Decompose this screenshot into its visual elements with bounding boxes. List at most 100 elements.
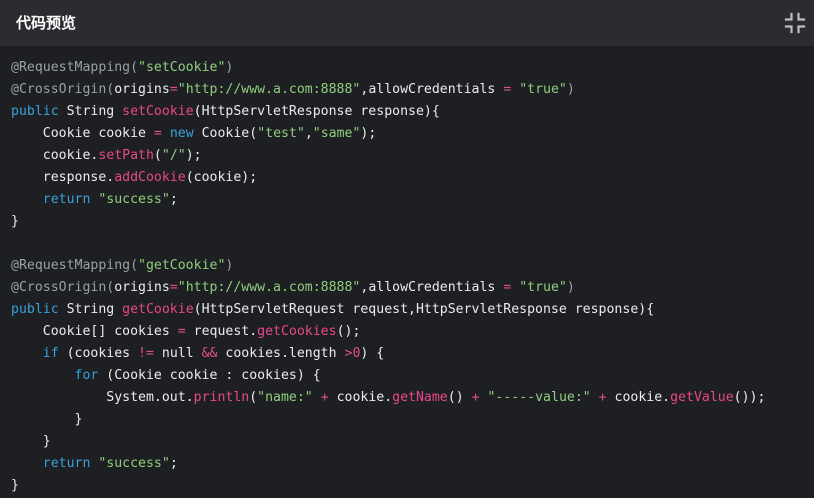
code-token: = bbox=[169, 82, 178, 97]
code-line: cookie.setPath("/"); bbox=[11, 145, 765, 167]
code-token: "success" bbox=[98, 456, 170, 471]
code-token: + bbox=[598, 390, 607, 405]
code-token: null bbox=[153, 346, 202, 361]
panel-title: 代码预览 bbox=[16, 14, 77, 32]
code-token: ) bbox=[566, 280, 575, 295]
code-token: , bbox=[304, 126, 313, 141]
code-token: ) bbox=[566, 82, 575, 97]
code-token: getCookie bbox=[122, 302, 194, 317]
code-token: cookie. bbox=[11, 148, 99, 163]
code-line: @CrossOrigin(origins="http://www.a.com:8… bbox=[11, 277, 765, 299]
code-token: "test" bbox=[257, 126, 305, 141]
code-token: ); bbox=[360, 126, 377, 141]
code-token: getCookies bbox=[257, 324, 337, 339]
code-token: addCookie bbox=[114, 170, 186, 185]
code-line: Cookie cookie = new Cookie("test","same"… bbox=[11, 123, 765, 145]
code-line: public String setCookie(HttpServletRespo… bbox=[11, 101, 765, 123]
code-token: ( bbox=[249, 390, 258, 405]
code-token: return bbox=[11, 192, 91, 207]
code-token: System.out. bbox=[11, 390, 194, 405]
code-line: public String getCookie(HttpServletReque… bbox=[11, 299, 765, 321]
code-token: + bbox=[471, 390, 480, 405]
code-token: ; bbox=[169, 456, 178, 471]
code-token: println bbox=[193, 390, 250, 405]
code-token: return bbox=[11, 456, 91, 471]
code-line: } bbox=[11, 409, 765, 431]
code-token: (HttpServletRequest request,HttpServletR… bbox=[193, 302, 655, 317]
code-token: "true" bbox=[519, 82, 567, 97]
code-line: return "success"; bbox=[11, 189, 765, 211]
code-token: String bbox=[58, 104, 123, 119]
code-token: } bbox=[11, 434, 51, 449]
code-token: ) bbox=[225, 258, 234, 273]
code-token: } bbox=[11, 412, 83, 427]
code-token: ) bbox=[225, 60, 234, 75]
code-token: = bbox=[153, 126, 162, 141]
code-line: System.out.println("name:" + cookie.getN… bbox=[11, 387, 765, 409]
code-token: "/" bbox=[161, 148, 186, 163]
code-token: @CrossOrigin( bbox=[11, 280, 115, 295]
code-token: (HttpServletResponse response){ bbox=[193, 104, 440, 119]
code-token: "http://www.a.com:8888" bbox=[177, 280, 361, 295]
code-token: for bbox=[11, 368, 99, 383]
code-line: Cookie[] cookies = request.getCookies(); bbox=[11, 321, 765, 343]
code-token: "-----value:" bbox=[487, 390, 591, 405]
code-token: Cookie[] cookies bbox=[11, 324, 178, 339]
code-line: return "success"; bbox=[11, 453, 765, 475]
code-token: (); bbox=[336, 324, 361, 339]
code-token: String bbox=[58, 302, 123, 317]
code-token: () bbox=[447, 390, 472, 405]
code-token: "getCookie" bbox=[138, 258, 226, 273]
code-line: @RequestMapping("getCookie") bbox=[11, 255, 765, 277]
code-line: } bbox=[11, 475, 765, 497]
code-token: != bbox=[138, 346, 154, 361]
code-token: getValue bbox=[670, 390, 734, 405]
code-token: ) { bbox=[360, 346, 385, 361]
code-token: "success" bbox=[98, 192, 170, 207]
code-token: } bbox=[11, 214, 19, 229]
code-line: } bbox=[11, 211, 765, 233]
code-token: (cookie); bbox=[185, 170, 258, 185]
code-line: @RequestMapping("setCookie") bbox=[11, 57, 765, 79]
code-token: setPath bbox=[98, 148, 154, 163]
code-token: = bbox=[169, 280, 178, 295]
code-token: cookie. bbox=[606, 390, 671, 405]
code-token: Cookie cookie bbox=[11, 126, 154, 141]
code-token: origins bbox=[114, 82, 170, 97]
code-preview-panel: 代码预览 @RequestMapping("setCookie") @CrossO… bbox=[0, 0, 814, 498]
code-token: @CrossOrigin( bbox=[11, 82, 115, 97]
code-token: cookies.length bbox=[217, 346, 345, 361]
code-line: if (cookies != null && cookies.length >0… bbox=[11, 343, 765, 365]
code-token: (Cookie cookie : cookies) { bbox=[98, 368, 321, 383]
code-token: "same" bbox=[312, 126, 361, 141]
code-token: = bbox=[177, 324, 186, 339]
code-token: + bbox=[320, 390, 329, 405]
code-block: @RequestMapping("setCookie") @CrossOrigin… bbox=[11, 57, 765, 497]
code-line: @CrossOrigin(origins="http://www.a.com:8… bbox=[11, 79, 765, 101]
code-token: ( bbox=[153, 148, 162, 163]
collapse-icon[interactable] bbox=[782, 10, 808, 36]
panel-header: 代码预览 bbox=[0, 0, 814, 46]
code-token: public bbox=[11, 104, 59, 119]
code-line: for (Cookie cookie : cookies) { bbox=[11, 365, 765, 387]
code-token: ,allowCredentials bbox=[360, 280, 504, 295]
code-token: new bbox=[169, 126, 194, 141]
code-token: ,allowCredentials bbox=[360, 82, 504, 97]
code-token: Cookie( bbox=[193, 126, 258, 141]
code-token: setCookie bbox=[122, 104, 194, 119]
code-token: response. bbox=[11, 170, 115, 185]
code-line: response.addCookie(cookie); bbox=[11, 167, 765, 189]
code-token: cookie. bbox=[328, 390, 393, 405]
code-token: "http://www.a.com:8888" bbox=[177, 82, 361, 97]
code-token: ); bbox=[185, 148, 202, 163]
code-token: "true" bbox=[519, 280, 567, 295]
code-token: (cookies bbox=[58, 346, 139, 361]
code-token: "setCookie" bbox=[138, 60, 226, 75]
code-token: ()); bbox=[733, 390, 766, 405]
code-token: "name:" bbox=[257, 390, 313, 405]
